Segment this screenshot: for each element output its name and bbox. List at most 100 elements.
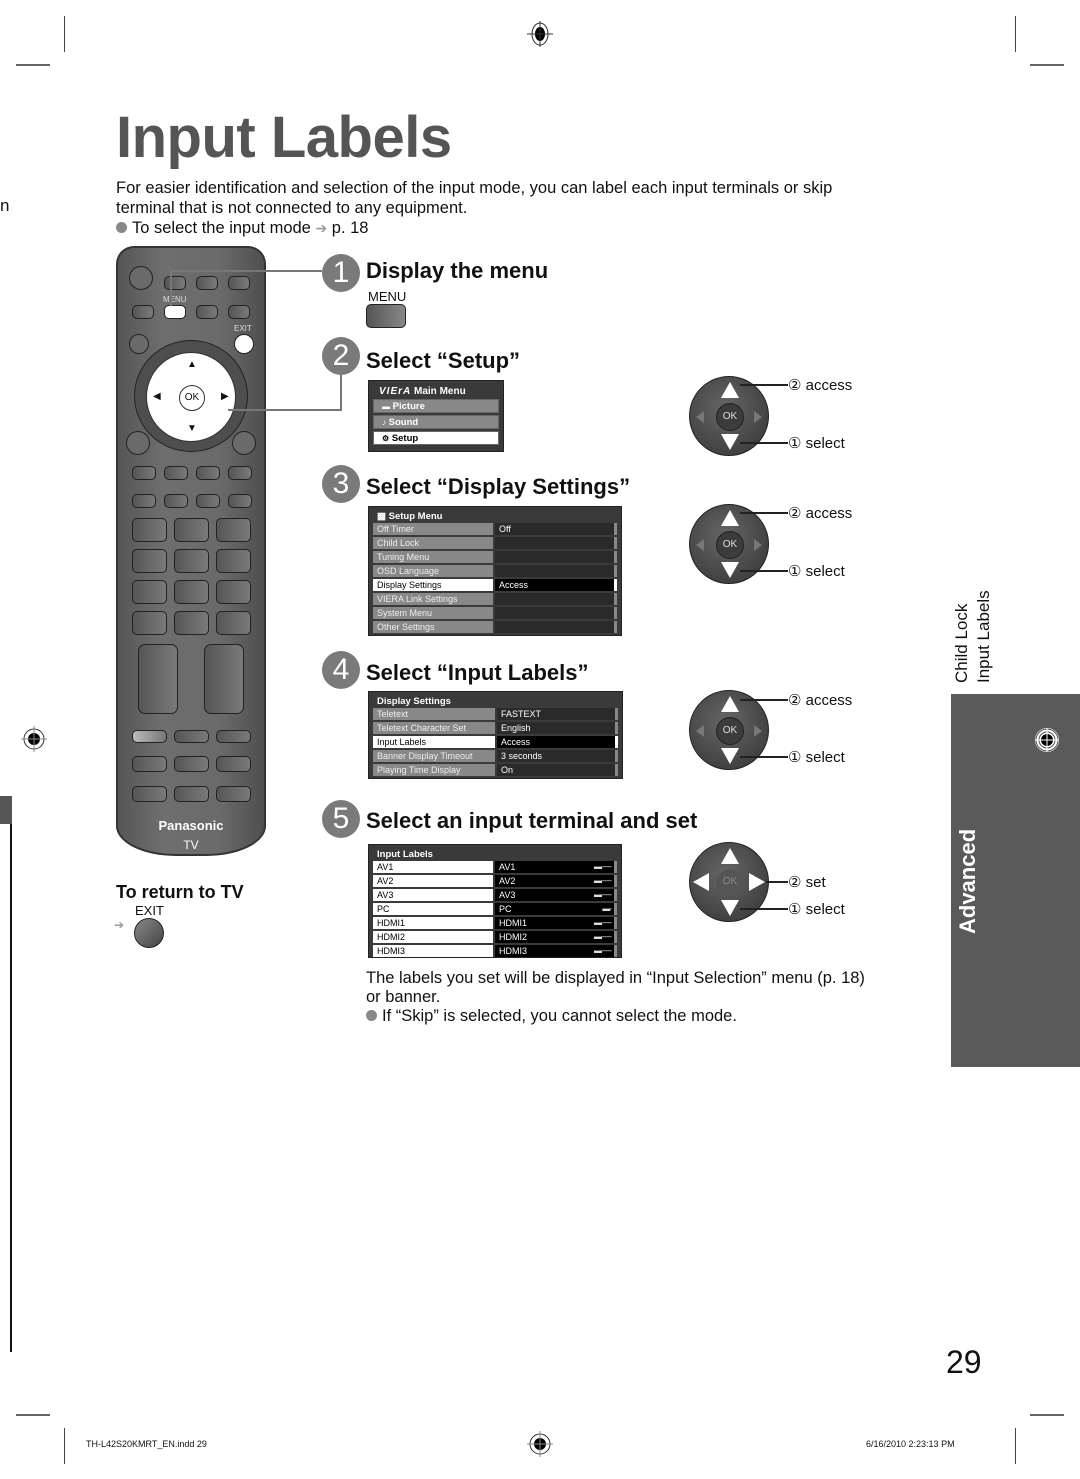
remote-button[interactable] bbox=[132, 756, 167, 772]
menu-row[interactable]: Teletext Character Set English bbox=[373, 722, 618, 734]
remote-button[interactable] bbox=[216, 786, 251, 802]
input-label-row[interactable]: HDMI3 HDMI3 ▬------ bbox=[373, 945, 617, 957]
remote-button[interactable] bbox=[164, 494, 188, 508]
number-button[interactable] bbox=[174, 518, 209, 542]
dpad[interactable]: ▲ ◀ ▶ ▼ OK bbox=[146, 352, 236, 442]
remote-button[interactable] bbox=[132, 305, 154, 319]
down-arrow-icon[interactable] bbox=[721, 748, 739, 764]
exit-button[interactable] bbox=[234, 334, 254, 354]
number-button[interactable] bbox=[216, 580, 251, 604]
remote-button[interactable] bbox=[174, 730, 209, 743]
remote-button[interactable] bbox=[164, 276, 186, 290]
number-button[interactable] bbox=[132, 611, 167, 635]
remote-button[interactable] bbox=[216, 730, 251, 743]
number-button[interactable] bbox=[216, 549, 251, 573]
remote-button[interactable] bbox=[228, 305, 250, 319]
menu-row[interactable]: OSD Language bbox=[373, 565, 617, 577]
remote-button[interactable] bbox=[228, 466, 252, 480]
menu-row[interactable]: Tuning Menu bbox=[373, 551, 617, 563]
remote-button[interactable] bbox=[196, 276, 218, 290]
note-text: The labels you set will be displayed in … bbox=[366, 969, 936, 1026]
control-pad: OK bbox=[689, 690, 769, 770]
number-button[interactable] bbox=[174, 580, 209, 604]
remote-button[interactable] bbox=[196, 305, 218, 319]
number-button[interactable] bbox=[216, 611, 251, 635]
down-arrow-icon[interactable] bbox=[721, 562, 739, 578]
label-length-bar: ▬------ bbox=[594, 932, 612, 941]
up-arrow-icon[interactable] bbox=[721, 510, 739, 526]
input-label-row[interactable]: HDMI2 HDMI2 ▬------ bbox=[373, 931, 617, 943]
ok-button[interactable]: OK bbox=[716, 869, 744, 897]
remote-button[interactable] bbox=[164, 466, 188, 480]
down-arrow-icon[interactable]: ▼ bbox=[187, 423, 197, 434]
channel-rocker[interactable] bbox=[204, 644, 244, 714]
remote-button[interactable] bbox=[174, 756, 209, 772]
input-label-row[interactable]: AV1 AV1 ▬------ bbox=[373, 861, 617, 873]
up-arrow-icon[interactable]: ▲ bbox=[187, 359, 197, 370]
menu-item-picture[interactable]: ▬ Picture bbox=[373, 399, 499, 413]
up-arrow-icon[interactable] bbox=[721, 382, 739, 398]
input-label-row[interactable]: AV2 AV2 ▬------ bbox=[373, 875, 617, 887]
menu-row[interactable]: Playing Time Display On bbox=[373, 764, 618, 776]
remote-button[interactable] bbox=[196, 466, 220, 480]
number-button[interactable] bbox=[132, 549, 167, 573]
menu-row[interactable]: VIERA Link Settings bbox=[373, 593, 617, 605]
remote-button[interactable] bbox=[126, 431, 150, 455]
menu-row[interactable]: System Menu bbox=[373, 607, 617, 619]
up-arrow-icon[interactable] bbox=[721, 696, 739, 712]
menu-row[interactable]: Teletext FASTEXT bbox=[373, 708, 618, 720]
remote-button[interactable] bbox=[174, 786, 209, 802]
menu-item-setup[interactable]: ⚙ Setup bbox=[373, 431, 499, 445]
menu-row[interactable]: Banner Display Timeout 3 seconds bbox=[373, 750, 618, 762]
number-button[interactable] bbox=[174, 611, 209, 635]
ok-button[interactable]: OK bbox=[716, 531, 744, 559]
remote-button[interactable] bbox=[132, 786, 167, 802]
right-arrow-icon[interactable]: ▶ bbox=[221, 391, 229, 402]
label-length-bar: ▬------ bbox=[594, 862, 612, 871]
down-arrow-icon[interactable] bbox=[721, 900, 739, 916]
ok-button[interactable]: OK bbox=[716, 403, 744, 431]
step-number: 5 bbox=[322, 800, 360, 838]
menu-button[interactable] bbox=[366, 304, 406, 328]
menu-row[interactable]: Child Lock bbox=[373, 537, 617, 549]
remote-button[interactable] bbox=[132, 466, 156, 480]
step-title: Select “Setup” bbox=[366, 348, 521, 373]
input-label-row[interactable]: HDMI1 HDMI1 ▬------ bbox=[373, 917, 617, 929]
number-button[interactable] bbox=[174, 549, 209, 573]
power-button[interactable] bbox=[129, 266, 153, 290]
number-button[interactable] bbox=[216, 518, 251, 542]
remote-button[interactable] bbox=[216, 756, 251, 772]
footer-filename: TH-L42S20KMRT_EN.indd 29 bbox=[86, 1439, 207, 1449]
remote-button[interactable] bbox=[132, 494, 156, 508]
down-arrow-icon[interactable] bbox=[721, 434, 739, 450]
menu-row-selected[interactable]: Input Labels Access bbox=[373, 736, 618, 748]
arrow-right-icon: ➔ bbox=[315, 220, 328, 236]
ok-button[interactable]: OK bbox=[179, 385, 205, 411]
volume-rocker[interactable] bbox=[138, 644, 178, 714]
number-button[interactable] bbox=[132, 580, 167, 604]
menu-item-sound[interactable]: ♪ Sound bbox=[373, 415, 499, 429]
remote-button[interactable] bbox=[232, 431, 256, 455]
menu-row-selected[interactable]: Display Settings Access bbox=[373, 579, 617, 591]
menu-row[interactable]: Off Timer Off bbox=[373, 523, 617, 535]
remote-button[interactable] bbox=[228, 276, 250, 290]
bullet-icon bbox=[116, 222, 127, 233]
menu-button[interactable] bbox=[164, 305, 186, 319]
right-arrow-icon[interactable] bbox=[749, 873, 765, 891]
menu-row[interactable]: Other Settings bbox=[373, 621, 617, 633]
remote-button[interactable] bbox=[129, 334, 149, 354]
up-arrow-icon[interactable] bbox=[721, 848, 739, 864]
ok-button[interactable]: OK bbox=[716, 717, 744, 745]
left-arrow-icon[interactable] bbox=[693, 873, 709, 891]
page-reference-link[interactable]: p. 18 bbox=[332, 219, 369, 237]
input-label-row[interactable]: AV3 AV3 ▬------ bbox=[373, 889, 617, 901]
input-label-row[interactable]: PC PC ▬- bbox=[373, 903, 617, 915]
footer-timestamp: 6/16/2010 2:23:13 PM bbox=[866, 1439, 955, 1449]
remote-button[interactable] bbox=[228, 494, 252, 508]
exit-label: EXIT bbox=[234, 324, 252, 333]
number-button[interactable] bbox=[132, 518, 167, 542]
remote-button[interactable] bbox=[196, 494, 220, 508]
left-arrow-icon[interactable]: ◀ bbox=[153, 391, 161, 402]
exit-button[interactable] bbox=[134, 918, 164, 948]
remote-button[interactable] bbox=[132, 730, 167, 743]
